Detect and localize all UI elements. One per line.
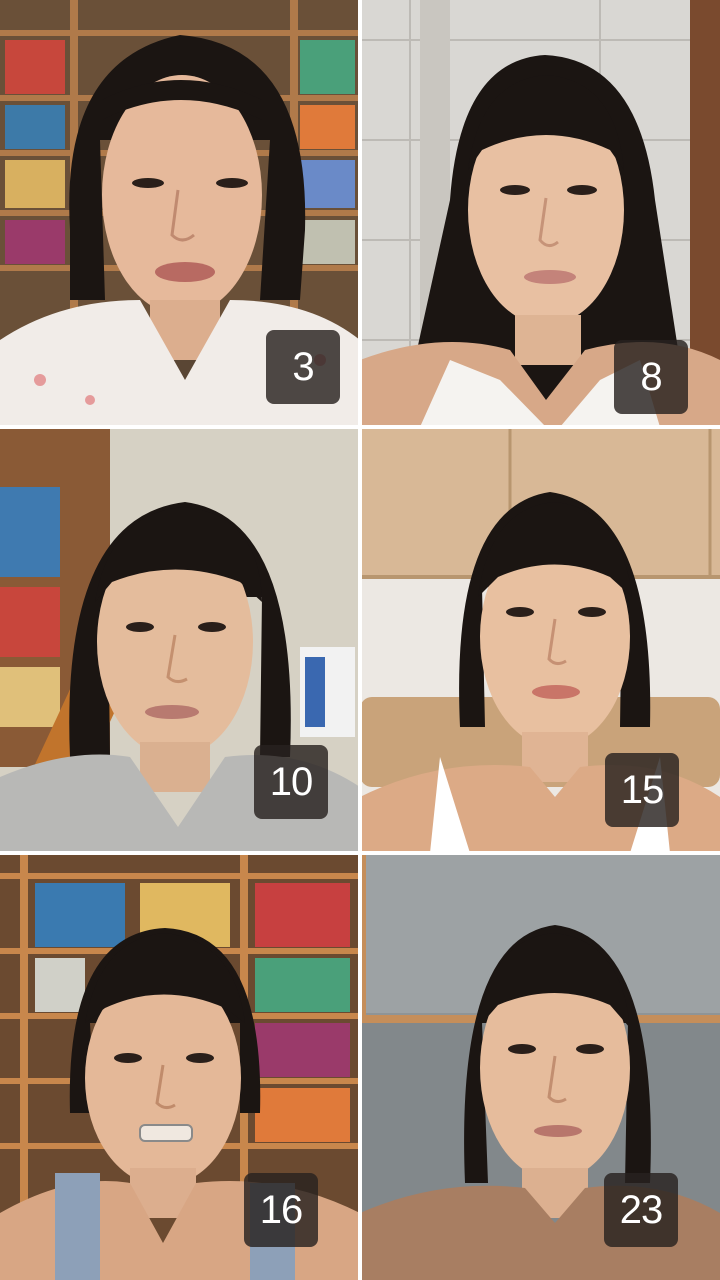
photo-tile-1: 3 <box>0 0 360 427</box>
day-badge: 15 <box>605 753 679 827</box>
day-badge: 8 <box>614 340 688 414</box>
photo-tile-5: 16 <box>0 853 360 1280</box>
divider-vertical <box>358 0 362 1280</box>
overall-strap <box>55 1173 100 1280</box>
divider-horizontal <box>0 425 720 429</box>
photo-tile-4: 15 <box>360 427 720 853</box>
day-badge: 16 <box>244 1173 318 1247</box>
photo-tile-6: 23 <box>360 853 720 1280</box>
divider-horizontal <box>0 851 720 855</box>
day-badge: 10 <box>254 745 328 819</box>
photo-tile-3: 10 <box>0 427 360 853</box>
day-badge: 23 <box>604 1173 678 1247</box>
day-badge: 3 <box>266 330 340 404</box>
photo-tile-2: 8 <box>360 0 720 427</box>
